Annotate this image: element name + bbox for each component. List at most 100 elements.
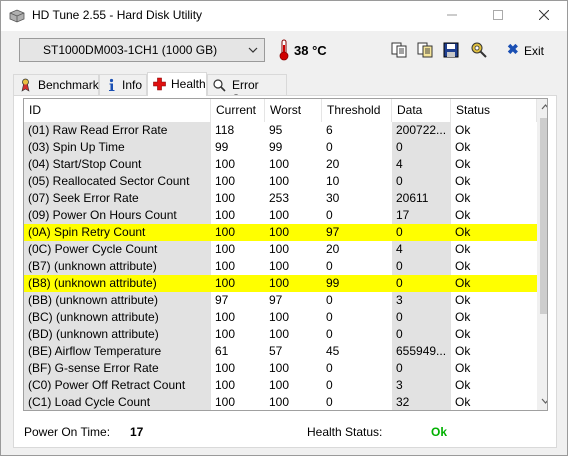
column-header-id[interactable]: ID [24, 99, 211, 122]
cell-attribute-id: (09) Power On Hours Count [24, 207, 211, 224]
cell-status: Ok [455, 344, 471, 358]
cell-worst-value: 100 [269, 378, 290, 392]
table-row[interactable]: (07) Seek Error Rate 100 253 30 20611 Ok [24, 190, 537, 207]
thermometer-icon [279, 39, 289, 61]
vertical-scrollbar[interactable] [537, 99, 547, 410]
cell-status: Ok [455, 276, 471, 290]
cell-threshold-value: 0 [326, 293, 333, 307]
table-row[interactable]: (C1) Load Cycle Count 100 100 0 32 Ok [24, 394, 537, 410]
tab-benchmark[interactable]: Benchmark [13, 74, 99, 95]
column-header-threshold[interactable]: Threshold [322, 99, 392, 122]
cell-raw-data: 3 [392, 377, 451, 394]
cell-threshold-value: 45 [326, 344, 340, 358]
cell-worst-value: 100 [269, 327, 290, 341]
cell-attribute-id: (0A) Spin Retry Count [24, 224, 211, 241]
tab-health-label: Health [171, 77, 206, 91]
tab-info[interactable]: Info [99, 74, 147, 95]
cell-threshold-value: 6 [326, 123, 333, 137]
table-row[interactable]: (B7) (unknown attribute) 100 100 0 0 Ok [24, 258, 537, 275]
cell-worst-value: 100 [269, 259, 290, 273]
exit-button[interactable]: ✖ Exit [504, 41, 548, 61]
cell-attribute-id: (07) Seek Error Rate [24, 190, 211, 207]
save-icon[interactable] [442, 41, 460, 59]
cell-status: Ok [455, 361, 471, 375]
column-header-status[interactable]: Status [451, 99, 537, 122]
close-button[interactable] [521, 1, 567, 31]
cell-raw-data: 0 [392, 309, 451, 326]
cell-worst-value: 100 [269, 208, 290, 222]
cell-attribute-id: (05) Reallocated Sector Count [24, 173, 211, 190]
window-title: HD Tune 2.55 - Hard Disk Utility [32, 8, 203, 22]
table-body: (01) Raw Read Error Rate 118 95 6 200722... O… [24, 122, 537, 410]
scroll-down-button[interactable] [537, 393, 547, 410]
cell-raw-data: 4 [392, 241, 451, 258]
cell-raw-data: 0 [392, 275, 451, 292]
table-row[interactable]: (04) Start/Stop Count 100 100 20 4 Ok [24, 156, 537, 173]
minimize-button[interactable] [429, 1, 475, 31]
tab-error-scan[interactable]: Error Scan [207, 74, 287, 106]
cell-current-value: 100 [215, 395, 236, 409]
table-row[interactable]: (BF) G-sense Error Rate 100 100 0 0 Ok [24, 360, 537, 377]
cell-raw-data: 3 [392, 292, 451, 309]
table-row[interactable]: (C0) Power Off Retract Count 100 100 0 3 Ok [24, 377, 537, 394]
table-row[interactable]: (03) Spin Up Time 99 99 0 0 Ok [24, 139, 537, 156]
cell-attribute-id: (04) Start/Stop Count [24, 156, 211, 173]
power-on-time-value: 17 [130, 425, 144, 439]
table-row[interactable]: (05) Reallocated Sector Count 100 100 10 0 Ok [24, 173, 537, 190]
table-row[interactable]: (BB) (unknown attribute) 97 97 0 3 Ok [24, 292, 537, 309]
table-row[interactable]: (0A) Spin Retry Count 100 100 97 0 Ok [24, 224, 537, 241]
cell-current-value: 97 [215, 293, 229, 307]
cell-status: Ok [455, 157, 471, 171]
cell-raw-data: 17 [392, 207, 451, 224]
cell-worst-value: 100 [269, 157, 290, 171]
table-row[interactable]: (BD) (unknown attribute) 100 100 0 0 Ok [24, 326, 537, 343]
cell-attribute-id: (BE) Airflow Temperature [24, 343, 211, 360]
cell-threshold-value: 0 [326, 310, 333, 324]
cell-raw-data: 20611 [392, 190, 451, 207]
table-row[interactable]: (0C) Power Cycle Count 100 100 20 4 Ok [24, 241, 537, 258]
hard-disk-app-icon [9, 9, 25, 23]
cell-current-value: 61 [215, 344, 229, 358]
drive-select-value: ST1000DM003-1CH1 (1000 GB) [43, 43, 218, 57]
cell-threshold-value: 10 [326, 174, 340, 188]
table-row[interactable]: (01) Raw Read Error Rate 118 95 6 200722... O… [24, 122, 537, 139]
cell-status: Ok [455, 208, 471, 222]
column-header-worst[interactable]: Worst [265, 99, 322, 122]
cell-raw-data: 0 [392, 258, 451, 275]
cell-worst-value: 95 [269, 123, 283, 137]
cell-worst-value: 100 [269, 361, 290, 375]
cell-current-value: 100 [215, 174, 236, 188]
drive-select[interactable]: ST1000DM003-1CH1 (1000 GB) [19, 38, 265, 62]
scrollbar-thumb[interactable] [540, 118, 547, 314]
cell-status: Ok [455, 225, 471, 239]
smart-attributes-table[interactable]: ID Current Worst Threshold Data Status (… [23, 98, 548, 411]
cell-current-value: 100 [215, 310, 236, 324]
cell-current-value: 99 [215, 140, 229, 154]
power-on-time-label: Power On Time: [24, 425, 111, 439]
copy-icon[interactable] [390, 41, 408, 59]
column-header-data[interactable]: Data [392, 99, 451, 122]
tab-health[interactable]: Health [147, 72, 207, 96]
copy-all-icon[interactable] [416, 41, 434, 59]
cell-threshold-value: 0 [326, 327, 333, 341]
cell-worst-value: 100 [269, 395, 290, 409]
options-tools-icon[interactable] [470, 41, 488, 59]
exit-label: Exit [524, 44, 545, 58]
scroll-up-button[interactable] [537, 99, 547, 116]
table-row[interactable]: (BE) Airflow Temperature 61 57 45 655949... O… [24, 343, 537, 360]
cell-threshold-value: 0 [326, 140, 333, 154]
health-panel: ID Current Worst Threshold Data Status (… [13, 95, 557, 448]
cell-current-value: 100 [215, 276, 236, 290]
table-row[interactable]: (09) Power On Hours Count 100 100 0 17 Ok [24, 207, 537, 224]
cell-worst-value: 97 [269, 293, 283, 307]
cell-status: Ok [455, 123, 471, 137]
table-row[interactable]: (B8) (unknown attribute) 100 100 99 0 Ok [24, 275, 537, 292]
cell-threshold-value: 0 [326, 259, 333, 273]
health-status-label: Health Status: [307, 425, 383, 439]
cell-attribute-id: (0C) Power Cycle Count [24, 241, 211, 258]
cell-raw-data: 200722... [392, 122, 451, 139]
cell-status: Ok [455, 293, 471, 307]
column-header-current[interactable]: Current [211, 99, 265, 122]
table-row[interactable]: (BC) (unknown attribute) 100 100 0 0 Ok [24, 309, 537, 326]
maximize-button[interactable] [475, 1, 521, 31]
